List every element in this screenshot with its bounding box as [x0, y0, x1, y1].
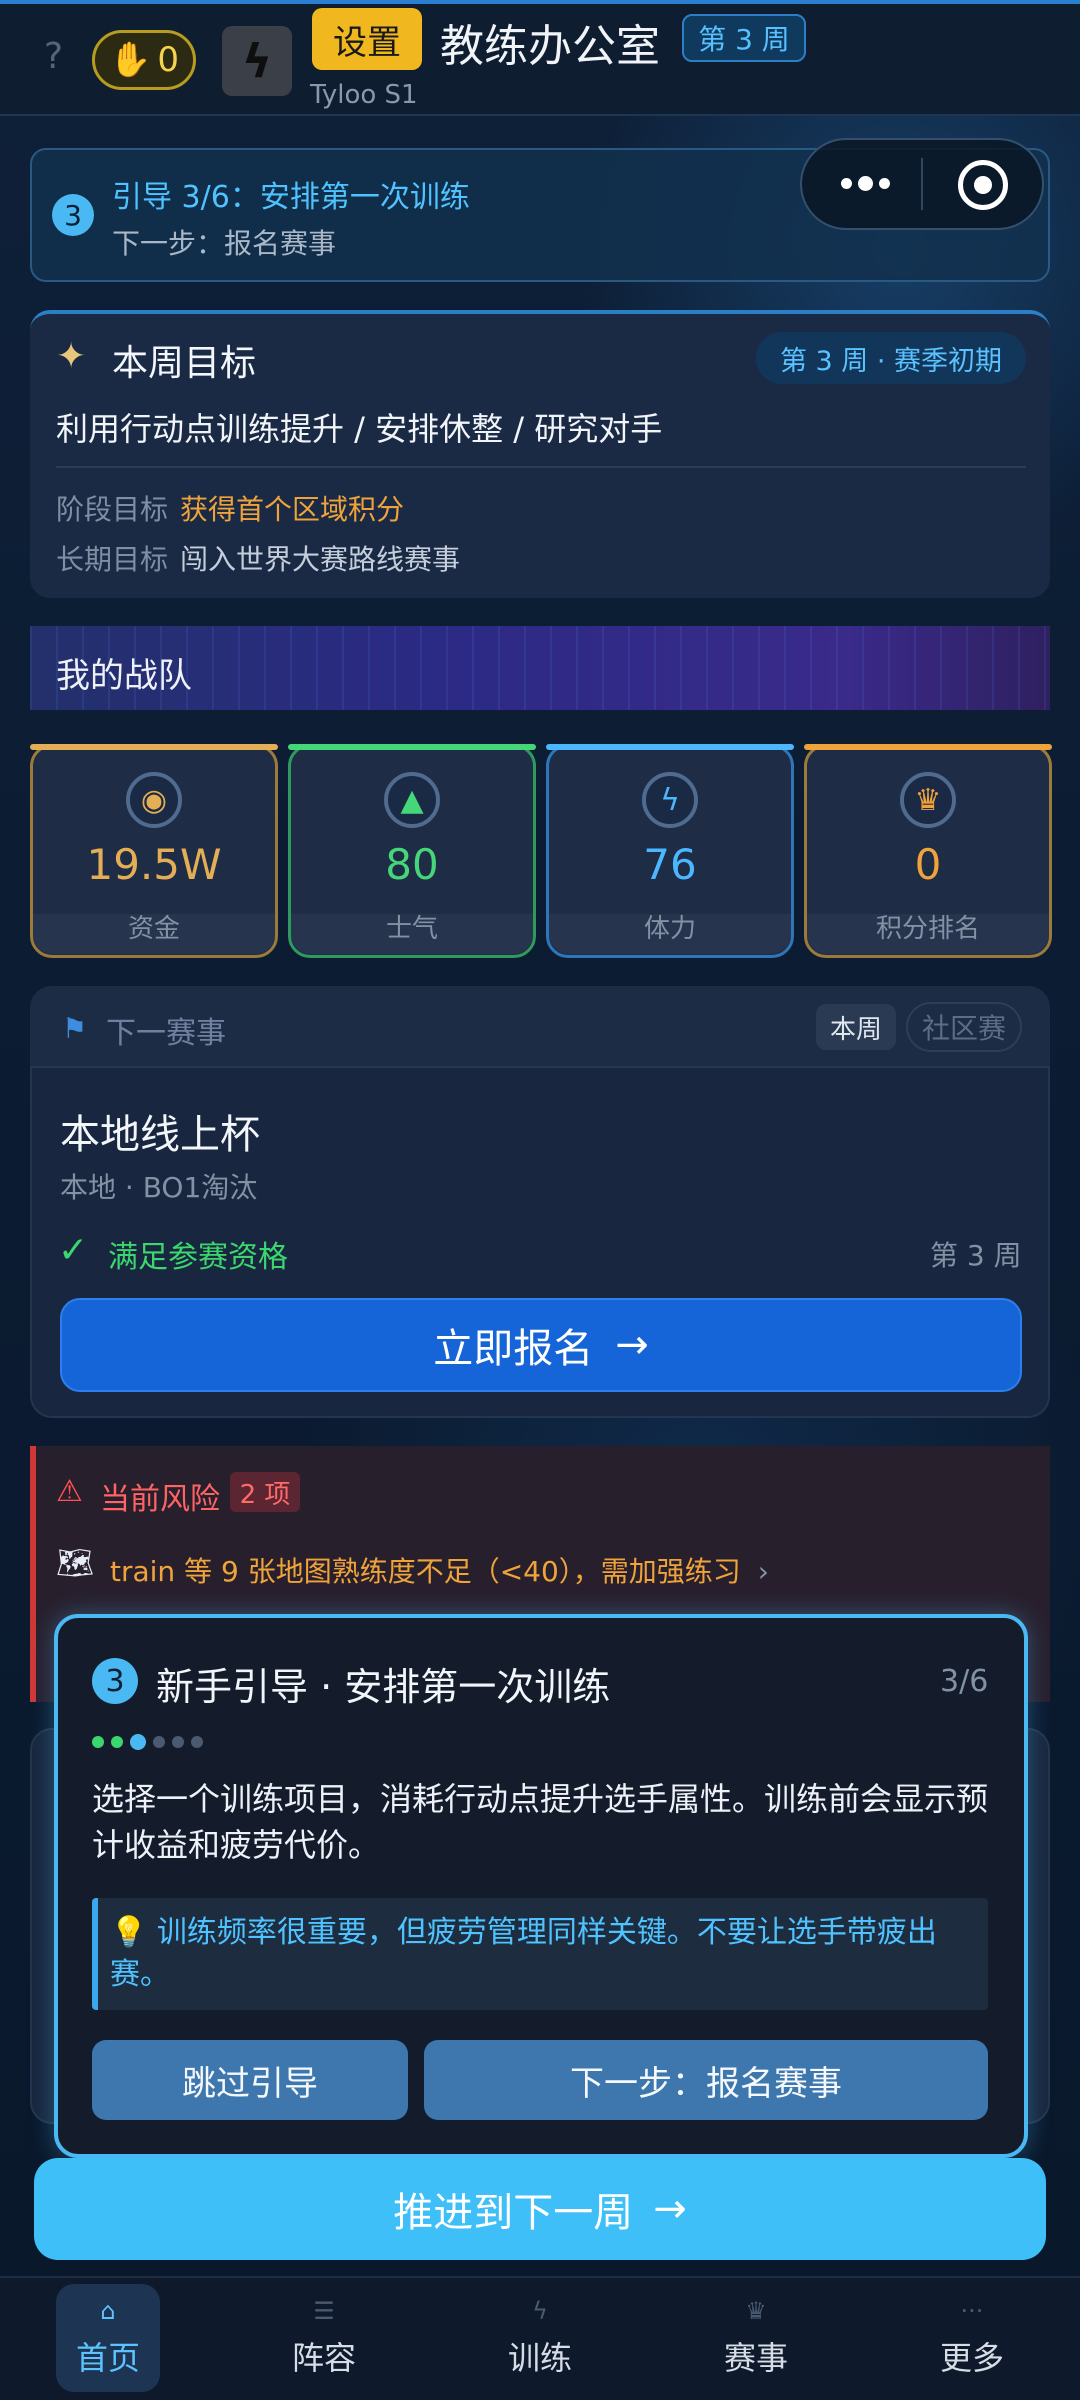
nav-item-events[interactable]: ♛ 赛事 [648, 2276, 864, 2400]
tag-community: 社区赛 [906, 1002, 1022, 1052]
ranking-label: 积分排名 [875, 914, 980, 944]
long-goal-value: 闯入世界大赛路线赛事 [180, 543, 461, 576]
training-icon: ϟ [532, 2297, 548, 2325]
money-bag-icon: ◉ [126, 772, 182, 828]
next-event-label: 下一赛事 [106, 1016, 226, 1051]
ranking-value: 0 [914, 840, 942, 889]
chevron-right-icon: › [757, 1555, 769, 1588]
flame-icon: ▲ [384, 772, 440, 828]
nav-item-training[interactable]: ϟ 训练 [432, 2276, 648, 2400]
funds-value: 19.5W [86, 840, 222, 889]
stage-goal-label: 阶段目标 [56, 493, 169, 526]
team-season-subtitle: Tyloo S1 [310, 80, 418, 110]
warning-icon: ⚠ [56, 1474, 83, 1509]
risk-item[interactable]: train 等 9 张地图熟练度不足（<40），需加强练习 › [110, 1550, 769, 1590]
popup-step-number: 3 [92, 1658, 138, 1704]
weekly-goal-text: 利用行动点训练提升 / 安排休整 / 研究对手 [56, 410, 663, 448]
long-goal-label: 长期目标 [56, 543, 169, 576]
nav-label: 更多 [939, 2339, 1004, 2377]
progress-dot [111, 1736, 123, 1748]
nav-item-home[interactable]: ⌂ 首页 [0, 2276, 216, 2400]
season-phase-badge: 第 3 周 · 赛季初期 [756, 332, 1026, 384]
progress-dot [130, 1734, 146, 1750]
team-title: 我的战队 [56, 656, 192, 696]
nav-label: 训练 [507, 2339, 572, 2377]
popup-description: 选择一个训练项目，消耗行动点提升选手属性。训练前会显示预计收益和疲劳代价。 [92, 1780, 989, 1864]
nav-label: 阵容 [291, 2339, 356, 2377]
compass-icon: ✦ [56, 336, 87, 377]
morale-label: 士气 [385, 914, 438, 944]
hand-icon: ✋ [109, 40, 152, 80]
progress-dots [92, 1734, 203, 1750]
register-label: 立即报名 [433, 1326, 594, 1372]
progress-dot [153, 1736, 165, 1748]
action-points-value: 0 [157, 40, 179, 80]
register-button[interactable]: 立即报名 → [60, 1298, 1022, 1392]
guide-banner-title: 引导 3/6：安排第一次训练 [112, 180, 470, 215]
close-miniprogram-icon[interactable] [958, 160, 1008, 210]
event-week: 第 3 周 [930, 1239, 1022, 1272]
more-options-icon[interactable] [830, 160, 900, 206]
progress-dot [92, 1736, 104, 1748]
advance-week-button[interactable]: 推进到下一周 → [34, 2158, 1046, 2260]
more-icon: ··· [960, 2297, 984, 2325]
tip-content: 训练频率很重要，但疲劳管理同样关键。不要让选手带疲出赛。 [110, 1915, 937, 1992]
page-title: 教练办公室 [440, 21, 660, 72]
capsule-divider [921, 158, 923, 210]
arrow-right-icon: → [653, 2186, 687, 2232]
qualified-text: 满足参赛资格 [108, 1240, 288, 1275]
event-meta: 本地 · BO1淘汰 [60, 1171, 258, 1204]
risk-item-text: train 等 9 张地图熟练度不足（<40），需加强练习 [110, 1555, 741, 1588]
arrow-right-icon: → [615, 1322, 649, 1368]
tip-text: 💡 训练频率很重要，但疲劳管理同样关键。不要让选手带疲出赛。 [110, 1912, 960, 1996]
help-icon[interactable]: ? [44, 36, 63, 77]
guide-step-number: 3 [52, 194, 94, 236]
nav-item-more[interactable]: ··· 更多 [864, 2276, 1080, 2400]
event-name: 本地线上杯 [60, 1112, 260, 1158]
risk-title: 当前风险 [100, 1482, 220, 1517]
home-icon: ⌂ [100, 2297, 116, 2325]
nav-item-roster[interactable]: ☰ 阵容 [216, 2276, 432, 2400]
action-points-badge[interactable]: ✋ 0 [92, 30, 196, 90]
event-icon: ⚑ [62, 1012, 88, 1045]
skip-guide-button[interactable]: 跳过引导 [92, 2040, 408, 2120]
morale-value: 80 [385, 840, 439, 889]
week-badge: 第 3 周 [682, 14, 806, 62]
risk-count-badge: 2 项 [230, 1472, 300, 1512]
roster-icon: ☰ [313, 2297, 335, 2325]
trophy-icon: ♛ [745, 2297, 767, 2325]
next-step-button[interactable]: 下一步：报名赛事 [424, 2040, 988, 2120]
stage-goal-value: 获得首个区域积分 [180, 493, 405, 526]
popup-title: 新手引导 · 安排第一次训练 [156, 1665, 611, 1709]
divider [56, 466, 1026, 468]
advance-label: 推进到下一周 [393, 2190, 634, 2236]
settings-button[interactable]: 设置 [312, 8, 422, 70]
trophy-icon: ♛ [900, 772, 956, 828]
team-logo-avatar[interactable]: ϟ [222, 26, 292, 96]
progress-dot [191, 1736, 203, 1748]
popup-step-count: 3/6 [940, 1664, 989, 1699]
map-icon: 🗺 [56, 1546, 95, 1581]
nav-label: 首页 [75, 2339, 140, 2377]
funds-label: 资金 [127, 914, 180, 944]
lightbulb-icon: 💡 [110, 1915, 148, 1950]
lightning-icon: ϟ [642, 772, 698, 828]
progress-dot [172, 1736, 184, 1748]
weekly-goal-title: 本周目标 [112, 343, 257, 384]
stamina-label: 体力 [643, 914, 696, 944]
nav-label: 赛事 [723, 2339, 788, 2377]
check-icon: ✓ [58, 1230, 89, 1271]
guide-banner-next: 下一步：报名赛事 [112, 227, 337, 260]
tag-this-week: 本周 [816, 1004, 896, 1050]
stamina-value: 76 [643, 840, 697, 889]
